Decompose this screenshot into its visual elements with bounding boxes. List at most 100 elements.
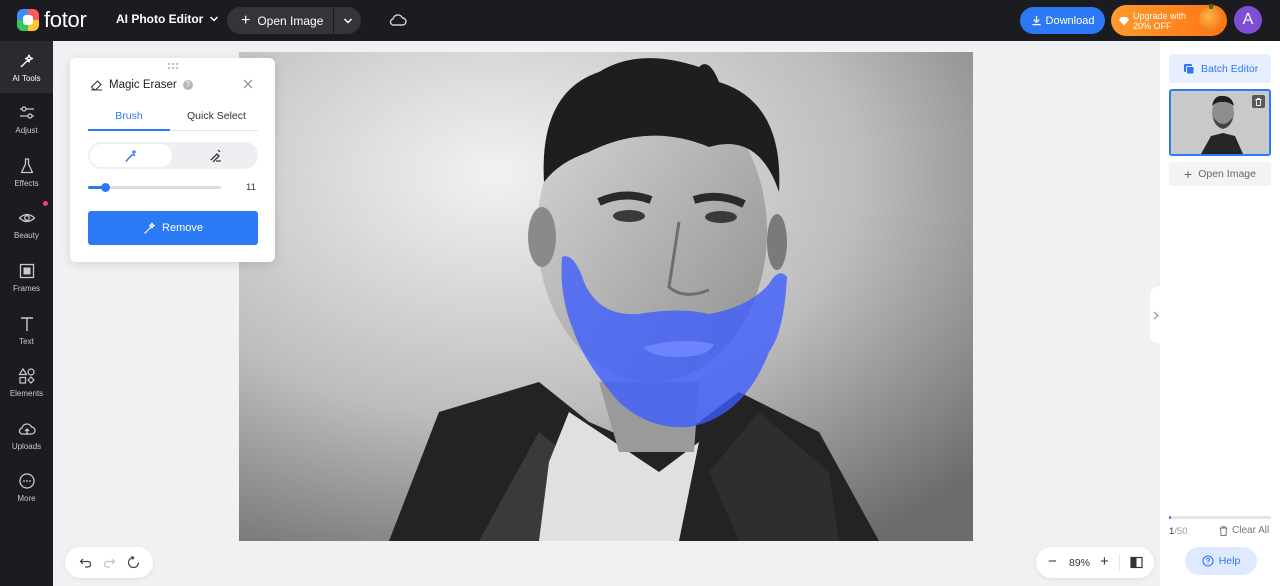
portrait-photo <box>239 52 973 541</box>
brush-size-value: 11 <box>246 182 256 193</box>
progress-fill <box>1169 516 1172 519</box>
divider <box>1119 554 1120 571</box>
sidebar-item-label: Elements <box>9 388 44 398</box>
help-circle-icon <box>1202 555 1214 567</box>
brush-erase-button[interactable] <box>174 144 256 167</box>
shapes-icon <box>17 367 35 384</box>
undo-icon[interactable] <box>79 556 92 569</box>
eye-icon <box>18 213 35 222</box>
slider-thumb[interactable] <box>101 183 111 192</box>
image-count-progress <box>1169 516 1271 519</box>
sidebar-item-label: Uploads <box>11 441 42 451</box>
close-icon[interactable] <box>243 79 253 89</box>
logo-mark-icon <box>17 9 39 31</box>
panel-title: Magic Eraser <box>109 78 177 91</box>
count-total: /50 <box>1174 526 1188 537</box>
open-image-label: Open Image <box>1198 168 1256 180</box>
brush-add-button[interactable] <box>90 144 172 167</box>
chevron-down-icon <box>210 16 219 22</box>
upgrade-button[interactable]: Upgrade with 20% OFF <box>1111 4 1227 36</box>
compare-icon[interactable] <box>1130 556 1143 569</box>
avatar[interactable]: A <box>1234 6 1262 34</box>
upgrade-line2: 20% OFF <box>1133 20 1172 31</box>
diamond-icon <box>1119 16 1129 25</box>
trash-icon[interactable] <box>1252 95 1265 108</box>
more-dots-icon <box>18 472 35 489</box>
zoom-in-button[interactable]: + <box>1100 554 1109 569</box>
sidebar-item-elements[interactable]: Elements <box>0 356 53 408</box>
sidebar-item-more[interactable]: More <box>0 461 53 513</box>
history-controls <box>65 547 153 578</box>
tab-quick-select[interactable]: Quick Select <box>187 110 246 122</box>
plus-icon: + <box>241 11 251 29</box>
frame-icon <box>19 263 34 278</box>
logo-text: fotor <box>44 7 87 32</box>
left-tool-rail: AI Tools Adjust Effects Beauty Frames Te… <box>0 41 53 586</box>
chevron-right-icon <box>1153 311 1159 319</box>
sidebar-item-label: More <box>17 493 36 503</box>
app-menu-label: AI Photo Editor <box>116 12 204 26</box>
sidebar-item-adjust[interactable]: Adjust <box>0 93 53 145</box>
plus-icon: + <box>1184 166 1193 182</box>
help-label: Help <box>1218 555 1241 567</box>
sidebar-item-label: Frames <box>12 283 41 293</box>
image-thumbnail[interactable] <box>1169 89 1271 156</box>
chevron-down-icon <box>343 17 352 24</box>
trash-icon <box>1219 525 1228 536</box>
open-image-button[interactable]: + Open Image <box>227 11 333 29</box>
cloud-icon[interactable] <box>389 12 407 28</box>
clear-all-label: Clear All <box>1232 525 1270 536</box>
collapse-panel-tab[interactable] <box>1150 287 1162 343</box>
open-image-group: + Open Image <box>227 7 361 34</box>
sidebar-item-label: Effects <box>14 178 39 188</box>
sidebar-item-label: AI Tools <box>12 73 41 83</box>
zoom-out-button[interactable]: − <box>1048 554 1057 569</box>
eraser-tabs: Brush Quick Select <box>88 108 258 131</box>
redo-icon[interactable] <box>103 556 116 569</box>
brush-plus-icon <box>124 150 136 162</box>
brush-mode-toggle <box>88 142 258 169</box>
batch-editor-label: Batch Editor <box>1201 62 1259 75</box>
open-image-menu-button[interactable] <box>334 16 361 26</box>
zoom-level[interactable]: 89% <box>1069 557 1090 569</box>
brush-size-slider[interactable] <box>88 183 221 192</box>
download-button[interactable]: Download <box>1020 7 1105 34</box>
sidebar-item-uploads[interactable]: Uploads <box>0 409 53 461</box>
brush-minus-icon <box>210 149 221 162</box>
layers-icon <box>1184 63 1195 74</box>
flask-icon <box>20 157 33 173</box>
add-open-image-button[interactable]: + Open Image <box>1169 162 1271 186</box>
sidebar-item-effects[interactable]: Effects <box>0 146 53 198</box>
download-icon <box>1031 15 1041 26</box>
cloud-upload-icon <box>18 422 36 435</box>
help-icon[interactable]: ? <box>182 79 193 90</box>
clear-all-button[interactable]: Clear All <box>1219 525 1269 536</box>
image-count: 1/50 <box>1169 526 1188 537</box>
upgrade-line1: Upgrade with <box>1133 10 1187 21</box>
right-panel: Batch Editor + Open Image 1/50 Clear All… <box>1160 41 1280 586</box>
sidebar-item-ai-tools[interactable]: AI Tools <box>0 41 53 93</box>
fotor-logo[interactable]: fotor <box>17 9 87 31</box>
zoom-controls: − 89% + <box>1036 547 1154 578</box>
sidebar-item-frames[interactable]: Frames <box>0 251 53 303</box>
notification-dot <box>43 201 48 206</box>
reset-icon[interactable] <box>127 556 140 569</box>
eraser-icon <box>90 80 102 91</box>
help-button[interactable]: Help <box>1185 547 1257 575</box>
panel-header: Magic Eraser ? <box>90 78 193 91</box>
sidebar-item-text[interactable]: Text <box>0 304 53 356</box>
photo-canvas[interactable] <box>239 52 973 541</box>
drag-handle-icon[interactable] <box>167 62 179 70</box>
sliders-icon <box>19 105 34 119</box>
batch-editor-button[interactable]: Batch Editor <box>1169 54 1271 83</box>
sidebar-item-label: Beauty <box>14 230 39 240</box>
remove-button[interactable]: Remove <box>88 211 258 245</box>
pumpkin-icon <box>1199 4 1223 31</box>
text-icon <box>20 316 33 331</box>
top-bar: fotor AI Photo Editor + Open Image Downl… <box>0 0 1280 41</box>
sidebar-item-label: Text <box>19 336 34 346</box>
sparkle-wand-icon <box>20 53 33 67</box>
tab-brush[interactable]: Brush <box>88 110 170 131</box>
magic-wand-icon <box>144 221 156 234</box>
app-menu-dropdown[interactable]: AI Photo Editor <box>116 12 219 26</box>
